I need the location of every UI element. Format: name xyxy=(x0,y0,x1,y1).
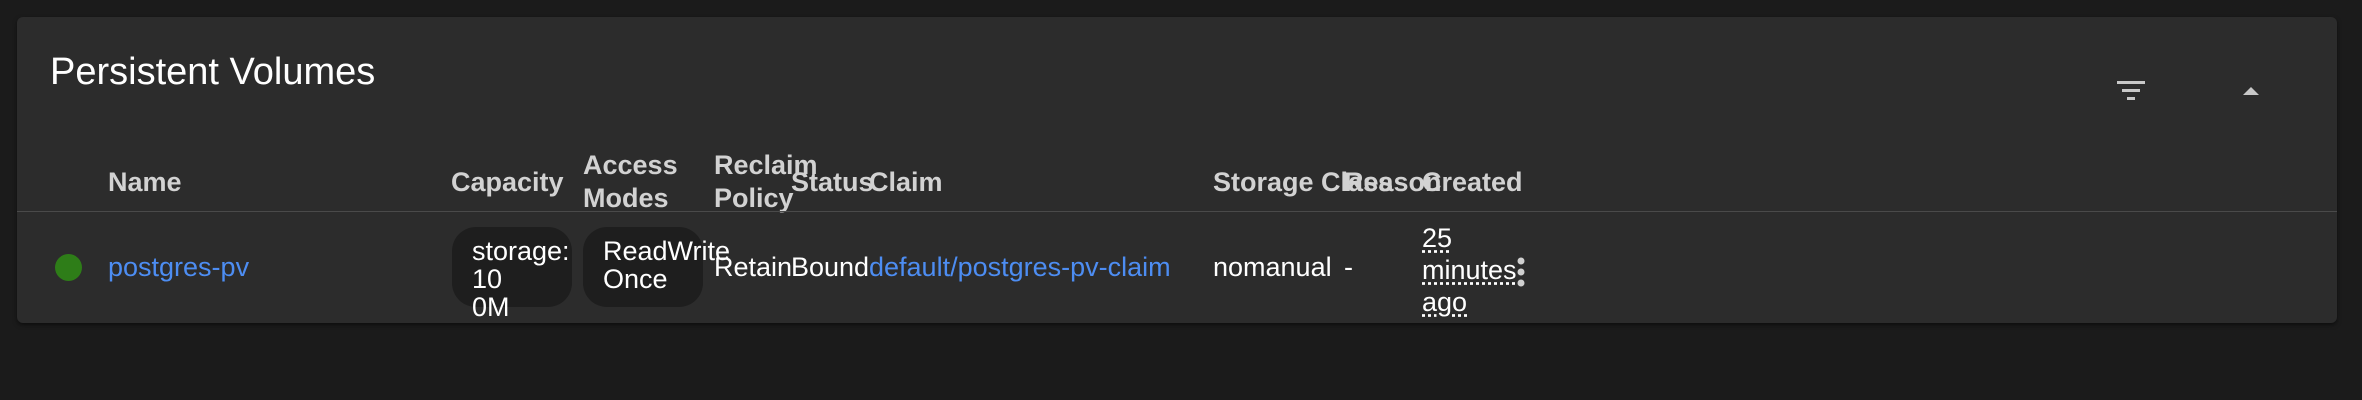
created-line1: 25 xyxy=(1422,223,1453,253)
capacity-chip-line1: storage: 10 xyxy=(472,236,570,294)
persistent-volumes-card: Persistent Volumes Name Capacity Access … xyxy=(17,17,2337,323)
column-header-capacity[interactable]: Capacity xyxy=(451,167,564,198)
status-value: Bound xyxy=(791,252,870,282)
column-header-created[interactable]: Created xyxy=(1422,167,1523,198)
capacity-chip-line2: 0M xyxy=(472,292,510,322)
column-header-name[interactable]: Name xyxy=(108,167,182,198)
column-header-access-modes-line1[interactable]: Access xyxy=(583,150,678,181)
column-header-claim[interactable]: Claim xyxy=(869,167,943,198)
status-dot-icon xyxy=(55,254,82,281)
reason-value: - xyxy=(1344,252,1353,282)
card-header: Persistent Volumes xyxy=(17,17,2337,129)
storage-class-value: nomanual xyxy=(1213,252,1332,282)
filter-list-icon[interactable] xyxy=(2107,67,2155,115)
volume-name-link[interactable]: postgres-pv xyxy=(108,252,249,283)
reclaim-policy-value: Retain xyxy=(714,252,793,282)
column-header-access-modes-line2[interactable]: Modes xyxy=(583,183,669,214)
created-value: 25 minutes ago xyxy=(1422,222,1517,318)
chevron-up-icon[interactable] xyxy=(2227,67,2275,115)
access-modes-chip: ReadWrite Once xyxy=(583,227,731,307)
column-header-status[interactable]: Status xyxy=(791,167,874,198)
claim-link[interactable]: default/postgres-pv-claim xyxy=(869,252,1171,283)
access-modes-chip-line1: ReadWrite xyxy=(603,236,731,266)
card-title: Persistent Volumes xyxy=(50,51,376,93)
access-modes-chip-line2: Once xyxy=(603,264,668,294)
capacity-chip: storage: 10 0M xyxy=(452,227,572,321)
created-line3: ago xyxy=(1422,287,1468,317)
column-header-reclaim-policy-line2[interactable]: Policy xyxy=(714,183,794,214)
header-divider xyxy=(17,211,2337,212)
more-vert-icon[interactable] xyxy=(1501,252,1541,292)
